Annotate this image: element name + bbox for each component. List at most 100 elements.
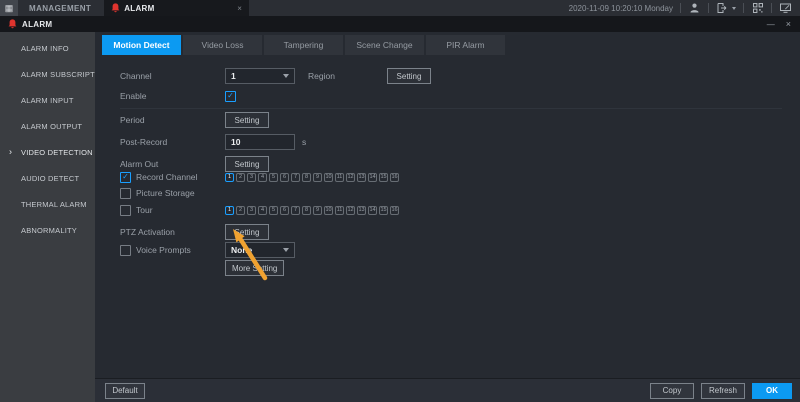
sidebar-item[interactable]: ALARM OUTPUT bbox=[0, 113, 95, 139]
record-channel-label: Record Channel bbox=[136, 172, 225, 182]
channel-button[interactable]: 13 bbox=[357, 173, 366, 182]
channel-button[interactable]: 4 bbox=[258, 206, 267, 215]
more-setting-button[interactable]: More Setting bbox=[225, 260, 284, 276]
sidebar-item-label: ALARM INPUT bbox=[21, 96, 74, 105]
channel-button[interactable]: 2 bbox=[236, 206, 245, 215]
channel-button[interactable]: 14 bbox=[368, 206, 377, 215]
tour-label: Tour bbox=[136, 205, 225, 215]
tour-row: Tour 12345678910111213141516 bbox=[120, 202, 790, 218]
channel-button[interactable]: 5 bbox=[269, 173, 278, 182]
tab-close-icon[interactable]: × bbox=[237, 4, 242, 13]
ok-button[interactable]: OK bbox=[752, 383, 792, 399]
post-record-input[interactable]: 10 bbox=[225, 134, 295, 150]
sidebar-item-label: ABNORMALITY bbox=[21, 226, 77, 235]
channel-button[interactable]: 9 bbox=[313, 206, 322, 215]
sidebar-item[interactable]: ALARM INPUT bbox=[0, 87, 95, 113]
sidebar-item[interactable]: ABNORMALITY bbox=[0, 217, 95, 243]
channel-button[interactable]: 6 bbox=[280, 173, 289, 182]
channel-button[interactable]: 5 bbox=[269, 206, 278, 215]
channel-button[interactable]: 2 bbox=[236, 173, 245, 182]
tab[interactable]: Scene Change bbox=[345, 35, 424, 55]
sidebar-item[interactable]: ALARM SUBSCRIPTI... bbox=[0, 61, 95, 87]
tab[interactable]: Motion Detect bbox=[102, 35, 181, 55]
copy-button[interactable]: Copy bbox=[650, 383, 694, 399]
tab[interactable]: Tampering bbox=[264, 35, 343, 55]
sidebar-item[interactable]: THERMAL ALARM bbox=[0, 191, 95, 217]
qr-grid-icon[interactable] bbox=[751, 2, 764, 15]
logout-dropdown-caret-icon[interactable] bbox=[732, 7, 736, 10]
main-panel: Motion DetectVideo LossTamperingScene Ch… bbox=[95, 32, 800, 402]
tab-row: Motion DetectVideo LossTamperingScene Ch… bbox=[102, 35, 505, 55]
period-setting-button[interactable]: Setting bbox=[225, 112, 269, 128]
panel-title-bar: ALARM — × bbox=[0, 16, 800, 32]
channel-button[interactable]: 10 bbox=[324, 206, 333, 215]
channel-button[interactable]: 3 bbox=[247, 206, 256, 215]
tab[interactable]: PIR Alarm bbox=[426, 35, 505, 55]
voice-prompts-checkbox[interactable] bbox=[120, 245, 131, 256]
channel-button[interactable]: 14 bbox=[368, 173, 377, 182]
channel-button[interactable]: 7 bbox=[291, 206, 300, 215]
sidebar-item-label: THERMAL ALARM bbox=[21, 200, 87, 209]
refresh-button[interactable]: Refresh bbox=[701, 383, 745, 399]
management-tab[interactable]: MANAGEMENT bbox=[29, 4, 91, 13]
channel-button[interactable]: 12 bbox=[346, 173, 355, 182]
chevron-down-icon bbox=[283, 248, 289, 252]
enable-label: Enable bbox=[120, 91, 225, 101]
sidebar-item-label: ALARM SUBSCRIPTI... bbox=[21, 70, 104, 79]
channel-button[interactable]: 15 bbox=[379, 206, 388, 215]
alarm-out-label: Alarm Out bbox=[120, 159, 225, 169]
channel-button[interactable]: 13 bbox=[357, 206, 366, 215]
alarm-top-tab[interactable]: ALARM × bbox=[104, 0, 249, 16]
sidebar-item[interactable]: AUDIO DETECT bbox=[0, 165, 95, 191]
channel-button[interactable]: 15 bbox=[379, 173, 388, 182]
record-channel-row: Record Channel 12345678910111213141516 bbox=[120, 169, 790, 185]
channel-button[interactable]: 11 bbox=[335, 206, 344, 215]
channel-select[interactable]: 1 bbox=[225, 68, 295, 84]
channel-button[interactable]: 11 bbox=[335, 173, 344, 182]
voice-prompts-select[interactable]: None bbox=[225, 242, 295, 258]
enable-row: Enable bbox=[120, 88, 790, 104]
channel-value: 1 bbox=[231, 71, 236, 81]
channel-button[interactable]: 4 bbox=[258, 173, 267, 182]
channel-button[interactable]: 8 bbox=[302, 206, 311, 215]
topbar-separator bbox=[680, 3, 681, 13]
channel-button[interactable]: 16 bbox=[390, 206, 399, 215]
sidebar-item[interactable]: ALARM INFO bbox=[0, 35, 95, 61]
chevron-down-icon bbox=[283, 74, 289, 78]
minimize-icon[interactable]: — bbox=[767, 20, 775, 29]
voice-prompts-label: Voice Prompts bbox=[136, 245, 225, 255]
user-icon[interactable] bbox=[688, 2, 701, 15]
channel-button[interactable]: 1 bbox=[225, 173, 234, 182]
channel-button[interactable]: 9 bbox=[313, 173, 322, 182]
channel-button[interactable]: 8 bbox=[302, 173, 311, 182]
channel-button[interactable]: 7 bbox=[291, 173, 300, 182]
apps-grid-icon[interactable]: ▦ bbox=[0, 0, 18, 16]
default-button[interactable]: Default bbox=[105, 383, 145, 399]
channel-button[interactable]: 12 bbox=[346, 206, 355, 215]
ptz-setting-button[interactable]: Setting bbox=[225, 224, 269, 240]
channel-button[interactable]: 1 bbox=[225, 206, 234, 215]
channel-button[interactable]: 6 bbox=[280, 206, 289, 215]
alarm-bell-icon bbox=[111, 3, 120, 13]
screen-edit-icon[interactable] bbox=[779, 2, 792, 15]
sidebar-item-label: ALARM OUTPUT bbox=[21, 122, 82, 131]
channel-button[interactable]: 10 bbox=[324, 173, 333, 182]
sidebar-item[interactable]: ›VIDEO DETECTION bbox=[0, 139, 95, 165]
channel-button[interactable]: 3 bbox=[247, 173, 256, 182]
channel-button[interactable]: 16 bbox=[390, 173, 399, 182]
alarm-top-tab-label: ALARM bbox=[124, 4, 229, 13]
alarm-bell-icon bbox=[8, 19, 17, 29]
region-setting-button[interactable]: Setting bbox=[387, 68, 431, 84]
picture-storage-checkbox[interactable] bbox=[120, 188, 131, 199]
record-channel-checkbox[interactable] bbox=[120, 172, 131, 183]
period-row: Period Setting bbox=[120, 112, 790, 128]
channel-row: Channel 1 Region Setting bbox=[120, 68, 790, 84]
close-icon[interactable]: × bbox=[786, 20, 791, 29]
tour-checkbox[interactable] bbox=[120, 205, 131, 216]
tab[interactable]: Video Loss bbox=[183, 35, 262, 55]
region-label: Region bbox=[308, 71, 335, 81]
topbar-separator bbox=[771, 3, 772, 13]
logout-icon[interactable] bbox=[716, 2, 729, 15]
enable-checkbox[interactable] bbox=[225, 91, 236, 102]
alarm-management-window: ▦ MANAGEMENT ALARM × 2020-11-09 10:20:10… bbox=[0, 0, 800, 402]
